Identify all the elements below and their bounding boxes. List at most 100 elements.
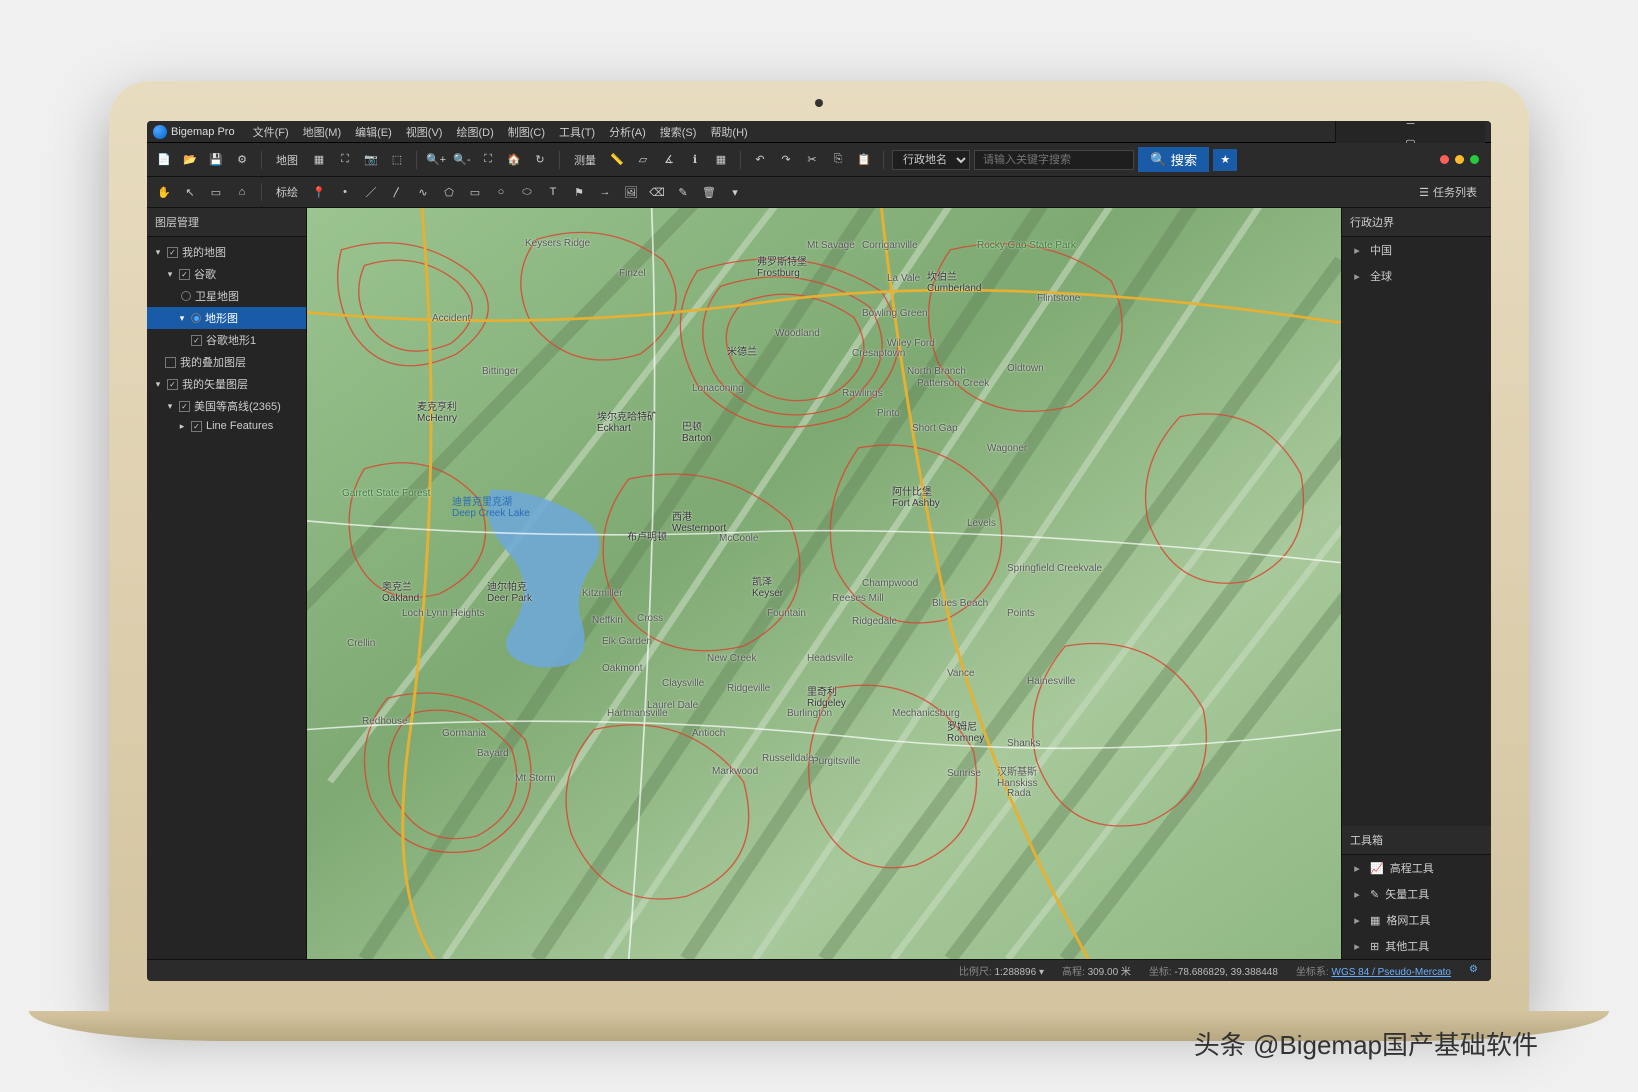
menu-draw[interactable]: 绘图(D): [450, 122, 499, 142]
line-button[interactable]: ／: [360, 181, 382, 203]
label-lochlyn: Loch Lynn Heights: [402, 608, 484, 619]
tree-satellite[interactable]: 卫星地图: [147, 285, 306, 307]
measure-line-button[interactable]: 📏: [606, 149, 628, 171]
menu-analyze[interactable]: 分析(A): [603, 122, 652, 142]
tree-google-terrain1[interactable]: ✓谷歌地形1: [147, 329, 306, 351]
fit-button[interactable]: ⛶: [477, 149, 499, 171]
gear-icon[interactable]: ⚙: [231, 149, 253, 171]
label-finzel: Finzel: [619, 268, 646, 279]
label-champwood: Champwood: [862, 578, 918, 589]
tool-elevation[interactable]: ▸📈高程工具: [1342, 855, 1491, 881]
more-button[interactable]: ▾: [724, 181, 746, 203]
search-type-select[interactable]: 行政地名: [892, 150, 970, 170]
map-canvas[interactable]: 迪普克里克湖Deep Creek Lake 弗罗斯特堡Frostburg 坎伯兰…: [307, 208, 1341, 959]
flag-button[interactable]: ⚑: [568, 181, 590, 203]
pan-button[interactable]: ✋: [153, 181, 175, 203]
point-button[interactable]: •: [334, 181, 356, 203]
polygon-button[interactable]: ⬠: [438, 181, 460, 203]
erase-button[interactable]: ⌫: [646, 181, 668, 203]
menu-tools[interactable]: 工具(T): [553, 122, 601, 142]
info-button[interactable]: ▭: [205, 181, 227, 203]
undo-button[interactable]: ↶: [749, 149, 771, 171]
measure-area-button[interactable]: ▱: [632, 149, 654, 171]
rect-button[interactable]: ▭: [464, 181, 486, 203]
3d-button[interactable]: ⬚: [386, 149, 408, 171]
label-markwood: Markwood: [712, 766, 758, 777]
clear-button[interactable]: 🗑: [698, 181, 720, 203]
boundary-china[interactable]: ▸中国: [1342, 237, 1491, 263]
refresh-button[interactable]: ↻: [529, 149, 551, 171]
settings-icon[interactable]: ⚙: [1469, 964, 1483, 978]
label-russelldale: Russelldale: [762, 753, 814, 764]
menu-help[interactable]: 帮助(H): [704, 122, 753, 142]
select-button[interactable]: ↖: [179, 181, 201, 203]
tree-us-contour[interactable]: ▾✓美国等高线(2365): [147, 395, 306, 417]
menu-view[interactable]: 视图(V): [400, 122, 449, 142]
task-list-button[interactable]: ☰ 任务列表: [1411, 184, 1485, 200]
traffic-lights: [1440, 155, 1485, 164]
text-button[interactable]: T: [542, 181, 564, 203]
home2-button[interactable]: ⌂: [231, 181, 253, 203]
search-button[interactable]: 🔍 搜索: [1138, 147, 1209, 172]
label-mccoole: McCoole: [719, 533, 758, 544]
marker-button[interactable]: 📍: [308, 181, 330, 203]
polyline-button[interactable]: 〳: [386, 181, 408, 203]
menubar: 文件(F) 地图(M) 编辑(E) 视图(V) 绘图(D) 制图(C) 工具(T…: [247, 122, 754, 142]
label-reesesmill: Reeses Mill: [832, 593, 884, 604]
zoom-in-button[interactable]: 🔍+: [425, 149, 447, 171]
measure-angle-button[interactable]: ∡: [658, 149, 680, 171]
menu-edit[interactable]: 编辑(E): [349, 122, 398, 142]
label-westernport: 西港Westernport: [672, 508, 726, 534]
status-crs[interactable]: WGS 84 / Pseudo-Mercato: [1332, 967, 1452, 978]
save-button[interactable]: 💾: [205, 149, 227, 171]
favorite-button[interactable]: ★: [1213, 149, 1237, 171]
tree-line-features[interactable]: ▸✓Line Features: [147, 417, 306, 435]
zoom-out-button[interactable]: 🔍-: [451, 149, 473, 171]
label-points: Points: [1007, 608, 1035, 619]
tree-my-vectors[interactable]: ▾✓我的矢量图层: [147, 373, 306, 395]
label-keyser: 凯泽Keyser: [752, 573, 783, 599]
tree-my-maps[interactable]: ▾✓我的地图: [147, 241, 306, 263]
paste-button[interactable]: 📋: [853, 149, 875, 171]
label-antioch: Antioch: [692, 728, 725, 739]
tree-google[interactable]: ▾✓谷歌: [147, 263, 306, 285]
layers-button[interactable]: ▦: [308, 149, 330, 171]
edit-button[interactable]: ✎: [672, 181, 694, 203]
screenshot-button[interactable]: 📷: [360, 149, 382, 171]
label-pattersoncreek: Patterson Creek: [917, 378, 989, 389]
label-hanskiss: 汉斯基斯Hanskiss: [997, 763, 1038, 789]
tree-overlay[interactable]: 我的叠加图层: [147, 351, 306, 373]
cut-button[interactable]: ✂: [801, 149, 823, 171]
extent-button[interactable]: ⛶: [334, 149, 356, 171]
redo-button[interactable]: ↷: [775, 149, 797, 171]
picture-button[interactable]: 🖼: [620, 181, 642, 203]
open-button[interactable]: 📂: [179, 149, 201, 171]
label-rada: Rada: [1007, 788, 1031, 799]
identify-button[interactable]: ℹ: [684, 149, 706, 171]
search-input[interactable]: [974, 150, 1134, 170]
curve-button[interactable]: ∿: [412, 181, 434, 203]
home-button[interactable]: 🏠: [503, 149, 525, 171]
menu-file[interactable]: 文件(F): [247, 122, 295, 142]
new-button[interactable]: 📄: [153, 149, 175, 171]
boundary-global[interactable]: ▸全球: [1342, 263, 1491, 289]
menu-carto[interactable]: 制图(C): [502, 122, 551, 142]
arrow-button[interactable]: →: [594, 181, 616, 203]
tool-grid[interactable]: ▸▦格网工具: [1342, 907, 1491, 933]
label-headsville: Headsville: [807, 653, 853, 664]
minimize-button[interactable]: ─: [1405, 121, 1417, 130]
label-mtsavage: Mt Savage: [807, 240, 855, 251]
label-midland: 米德兰: [727, 343, 757, 358]
grid-button[interactable]: ▦: [710, 149, 732, 171]
tool-other[interactable]: ▸⊞其他工具: [1342, 933, 1491, 959]
label-springfield: Springfield: [1007, 563, 1054, 574]
menu-search[interactable]: 搜索(S): [654, 122, 703, 142]
tree-terrain-selected[interactable]: ▾地形图: [147, 307, 306, 329]
menu-map[interactable]: 地图(M): [297, 122, 348, 142]
tool-vector[interactable]: ▸✎矢量工具: [1342, 881, 1491, 907]
label-kitzmiller: Kitzmiller: [582, 588, 623, 599]
ellipse-button[interactable]: ⬭: [516, 181, 538, 203]
circle-button[interactable]: ○: [490, 181, 512, 203]
label-bayard: Bayard: [477, 748, 509, 759]
copy-button[interactable]: ⎘: [827, 149, 849, 171]
